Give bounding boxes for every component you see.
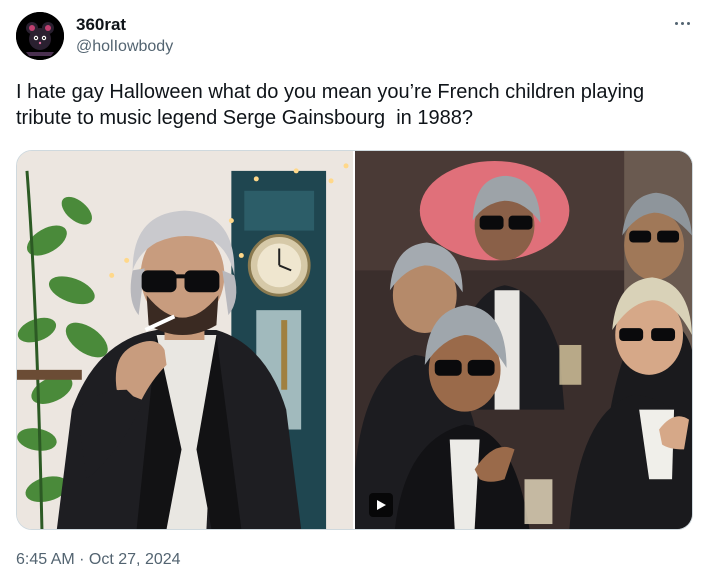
play-icon[interactable] [369,493,393,517]
tweet-text: I hate gay Halloween what do you mean yo… [16,81,650,129]
photo-children-in-costume[interactable] [355,151,692,529]
tweet: 360rat @holIowbody I hate gay Halloween … [0,0,709,580]
author-display-name[interactable]: 360rat [76,15,126,35]
photo-man-in-costume[interactable] [17,151,353,529]
tweet-media[interactable] [16,150,693,530]
tweet-timestamp[interactable]: 6:45 AM · Oct 27, 2024 [16,551,181,569]
author-handle[interactable]: @holIowbody [76,38,173,56]
avatar[interactable] [16,12,64,60]
more-options-icon[interactable] [671,14,693,32]
